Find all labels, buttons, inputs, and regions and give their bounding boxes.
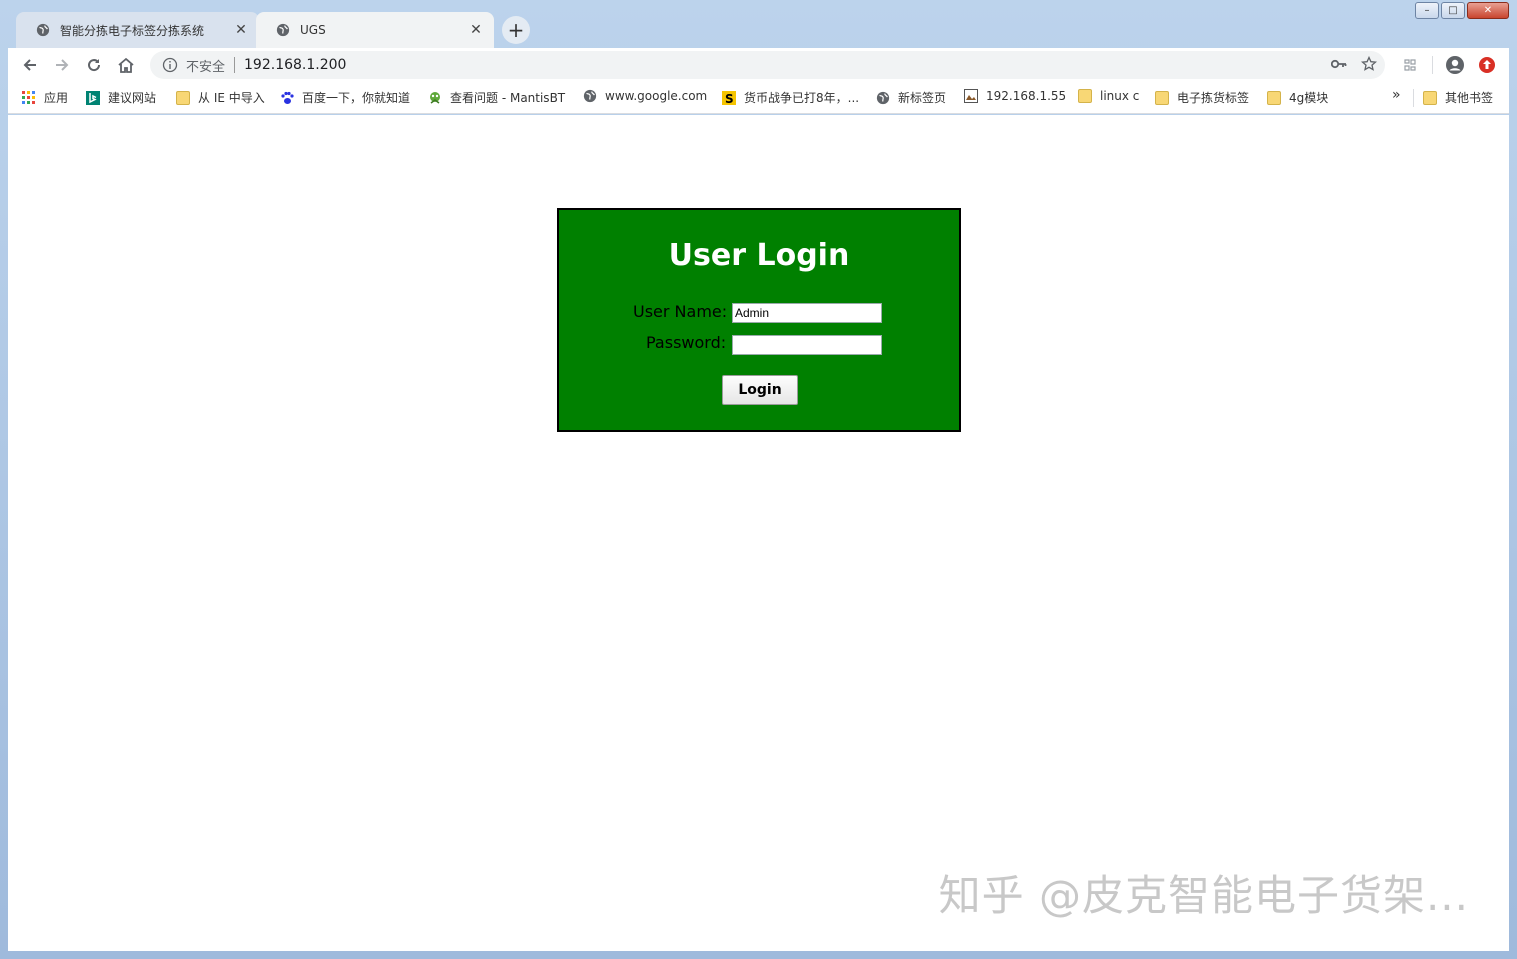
globe-icon — [276, 23, 290, 37]
home-icon[interactable] — [113, 52, 139, 78]
new-tab-button[interactable]: + — [502, 16, 530, 44]
baidu-paw-icon — [281, 91, 294, 104]
svg-text:S: S — [725, 92, 734, 105]
bookmark-label: www.google.com — [605, 89, 708, 103]
username-label: User Name: — [633, 302, 728, 321]
globe-icon — [36, 23, 50, 37]
bookmark-label: 百度一下，你就知道 — [302, 91, 411, 105]
security-label: 不安全 — [186, 59, 226, 75]
apps-grid-icon — [22, 90, 35, 104]
mantis-icon — [430, 91, 440, 104]
bookmarks-overflow-button[interactable]: » — [1392, 87, 1401, 103]
divider — [1432, 56, 1433, 74]
tab-strip: 智能分拣电子标签分拣系统 ✕ UGS ✕ + — [8, 12, 1397, 48]
close-window-button[interactable]: ✕ — [1467, 2, 1509, 19]
star-icon[interactable] — [1361, 56, 1377, 72]
tab-title: UGS — [300, 23, 326, 37]
bookmark-apps[interactable]: 应用 — [22, 89, 68, 106]
tab-sorting-system[interactable]: 智能分拣电子标签分拣系统 ✕ — [16, 12, 259, 48]
login-title: User Login — [668, 238, 850, 273]
bookmark-label: 从 IE 中导入 — [198, 91, 265, 105]
bookmark-label: 应用 — [44, 91, 69, 105]
bookmark-suggested-sites[interactable]: 建议网站 — [86, 89, 156, 106]
tab-title: 智能分拣电子标签分拣系统 — [60, 23, 205, 38]
extension-icon[interactable] — [1397, 52, 1423, 78]
bookmark-label: 新标签页 — [898, 91, 947, 105]
bookmark-e-label[interactable]: 电子拣货标签 — [1155, 89, 1249, 106]
tab-close-icon[interactable]: ✕ — [233, 22, 249, 38]
reload-icon[interactable] — [81, 52, 107, 78]
bookmark-label: 货币战争已打8年，... — [744, 91, 860, 105]
bookmark-label: 查看问题 - MantisBT — [450, 91, 566, 105]
bookmark-currency-war[interactable]: S 货币战争已打8年，... — [722, 89, 859, 106]
back-icon[interactable] — [17, 52, 43, 78]
maximize-button[interactable]: □ — [1441, 2, 1465, 19]
bookmark-192-168-1-55[interactable]: 192.168.1.55 — [964, 89, 1066, 103]
login-panel: User Login User Name: Password: Login — [557, 208, 961, 432]
tab-close-icon[interactable]: ✕ — [468, 22, 484, 38]
tab-ugs[interactable]: UGS ✕ — [256, 12, 494, 48]
bookmark-label: 电子拣货标签 — [1177, 91, 1250, 105]
minimize-button[interactable]: – — [1415, 2, 1439, 19]
login-button[interactable]: Login — [722, 375, 798, 405]
bookmark-mantisbt[interactable]: 查看问题 - MantisBT — [428, 89, 565, 106]
bookmark-import-ie[interactable]: 从 IE 中导入 — [176, 89, 265, 106]
bookmark-label: 4g模块 — [1289, 91, 1329, 105]
address-bar[interactable]: 不安全 192.168.1.200 — [150, 51, 1385, 79]
watermark: 知乎 @皮克智能电子货架... — [938, 871, 1469, 920]
page-content: User Login User Name: Password: Login 知乎… — [8, 115, 1509, 951]
bookmark-label: 建议网站 — [108, 91, 157, 105]
globe-icon — [583, 89, 597, 103]
bookmarks-bar: 应用 建议网站 从 IE 中导入 百度一下，你就知道 查看问题 - Mantis… — [8, 82, 1509, 114]
window-controls: – □ ✕ — [1415, 2, 1509, 19]
bookmark-baidu[interactable]: 百度一下，你就知道 — [280, 89, 410, 106]
bookmark-4g-module[interactable]: 4g模块 — [1267, 89, 1328, 106]
divider — [234, 57, 236, 73]
image-icon — [964, 89, 978, 103]
bookmark-new-tab[interactable]: 新标签页 — [876, 89, 946, 106]
folder-icon — [1423, 90, 1437, 105]
bookmark-label: 192.168.1.55 — [986, 89, 1067, 103]
bookmark-google[interactable]: www.google.com — [583, 89, 707, 103]
omnibox-actions — [1331, 56, 1377, 72]
key-icon[interactable] — [1331, 58, 1347, 70]
browser-window: – □ ✕ 智能分拣电子标签分拣系统 ✕ UGS ✕ + 不安全 192.168… — [0, 0, 1517, 959]
forward-icon[interactable] — [49, 52, 75, 78]
username-input[interactable] — [732, 303, 882, 323]
bing-icon — [86, 90, 100, 105]
url-text[interactable]: 192.168.1.200 — [244, 57, 346, 73]
update-icon[interactable] — [1474, 52, 1500, 78]
folder-icon — [1155, 90, 1169, 105]
bookmark-label: linux c — [1100, 89, 1140, 103]
info-icon[interactable] — [162, 57, 178, 73]
folder-icon — [1267, 90, 1281, 105]
profile-icon[interactable] — [1442, 52, 1468, 78]
s-logo-icon: S — [722, 90, 736, 105]
password-input[interactable] — [732, 335, 882, 355]
other-bookmarks[interactable]: 其他书签 — [1423, 89, 1493, 106]
password-label: Password: — [646, 333, 727, 352]
divider — [1413, 89, 1414, 107]
globe-icon — [876, 91, 890, 104]
folder-icon — [1078, 89, 1092, 103]
browser-toolbar: 不安全 192.168.1.200 — [8, 48, 1509, 82]
bookmark-label: 其他书签 — [1445, 91, 1494, 105]
bookmark-linux-c[interactable]: linux c — [1078, 89, 1139, 103]
folder-icon — [176, 90, 190, 105]
